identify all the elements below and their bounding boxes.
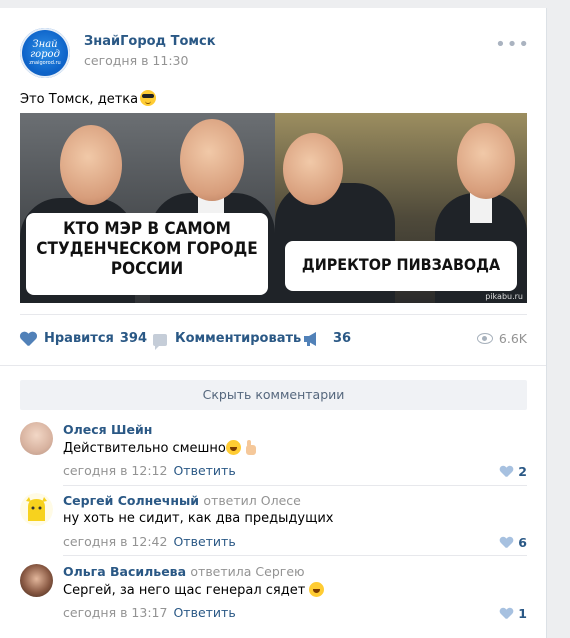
comment-like-count: 6 — [518, 535, 527, 550]
share-button[interactable]: 36 — [303, 331, 351, 346]
meme-right-panel: ДИРЕКТОР ПИВЗАВОДА — [275, 113, 527, 303]
comment-time[interactable]: сегодня в 13:17 — [63, 605, 167, 620]
reply-button[interactable]: Ответить — [173, 463, 235, 478]
post-time[interactable]: сегодня в 11:30 — [84, 53, 188, 68]
like-button[interactable]: Нравится 394 — [20, 331, 147, 346]
megaphone-icon — [303, 331, 319, 346]
post-header: Знай город znaigorod.ru ЗнайГород Томск … — [20, 28, 530, 78]
comment-divider — [63, 485, 527, 486]
post-author[interactable]: ЗнайГород Томск — [84, 34, 216, 49]
heart-icon — [500, 537, 512, 548]
laughing-emoji-icon — [225, 440, 241, 455]
person-face — [283, 133, 343, 205]
post-image[interactable]: КТО МЭР В САМОМ СТУДЕНЧЕСКОМ ГОРОДЕ РОСС… — [20, 113, 527, 303]
like-label: Нравится — [44, 331, 114, 346]
comment-meta: сегодня в 12:12 Ответить — [63, 463, 236, 478]
eye-icon — [476, 333, 493, 344]
person-face — [60, 125, 122, 205]
sunny-avatar-icon — [20, 493, 53, 526]
reply-button[interactable]: Ответить — [173, 534, 235, 549]
comment-item: Сергей Солнечный ответил Олесе ну хоть н… — [20, 492, 527, 552]
comment-text-content: Сергей, за него щас генерал сядет — [63, 583, 306, 598]
comment-divider — [63, 555, 527, 556]
comment-text-content: Действительно смешно — [63, 441, 226, 456]
views-count: 6.6K — [498, 331, 527, 346]
more-dots-icon[interactable]: ••• — [495, 34, 530, 55]
group-avatar[interactable]: Знай город znaigorod.ru — [20, 28, 70, 78]
comment-time[interactable]: сегодня в 12:12 — [63, 463, 167, 478]
heart-icon — [500, 608, 512, 619]
comment-label: Комментировать — [175, 331, 302, 346]
post-text: Это Томск, детка — [20, 90, 157, 107]
comment-text: Сергей, за него щас генерал сядет — [63, 582, 325, 598]
comment-author: Ольга Васильева ответила Сергею — [63, 564, 305, 579]
post-actions: Нравится 394 Комментировать 36 6.6K — [20, 331, 527, 351]
meme-left-caption: КТО МЭР В САМОМ СТУДЕНЧЕСКОМ ГОРОДЕ РОСС… — [26, 213, 268, 295]
avatar[interactable] — [20, 564, 53, 597]
section-divider — [0, 365, 546, 366]
comment-author-name[interactable]: Ольга Васильева — [63, 564, 186, 579]
comment-like-button[interactable]: 1 — [500, 606, 527, 621]
avatar-logo-text: Знай город — [30, 39, 60, 60]
comment-reply-to[interactable]: ответила Сергею — [190, 564, 304, 579]
heart-icon — [500, 466, 512, 477]
comment-text: ну хоть не сидит, как два предыдущих — [63, 511, 334, 526]
comment-icon — [153, 333, 167, 350]
comment-like-count: 1 — [518, 606, 527, 621]
divider — [20, 314, 527, 315]
laughing-emoji-icon — [309, 582, 325, 597]
comment-like-count: 2 — [518, 464, 527, 479]
hide-comments-button[interactable]: Скрыть комментарии — [20, 380, 527, 410]
comment-reply-to[interactable]: ответил Олесе — [203, 493, 300, 508]
post-card: Знай город znaigorod.ru ЗнайГород Томск … — [0, 8, 547, 638]
comment-author[interactable]: Олеся Шейн — [63, 422, 152, 437]
post-text-content: Это Томск, детка — [20, 92, 139, 107]
avatar[interactable] — [20, 422, 53, 455]
meme-left-panel: КТО МЭР В САМОМ СТУДЕНЧЕСКОМ ГОРОДЕ РОСС… — [20, 113, 275, 303]
comment-item: Олеся Шейн Действительно смешно сегодня … — [20, 421, 527, 481]
avatar[interactable] — [20, 493, 53, 526]
comment-author-name[interactable]: Сергей Солнечный — [63, 493, 199, 508]
comment-meta: сегодня в 12:42 Ответить — [63, 534, 236, 549]
sunglasses-emoji-icon — [140, 90, 157, 106]
comment-time[interactable]: сегодня в 12:42 — [63, 534, 167, 549]
like-count: 394 — [119, 331, 148, 346]
thumbs-up-emoji-icon — [242, 440, 256, 455]
share-count: 36 — [333, 331, 352, 346]
person-face — [180, 119, 244, 201]
reply-button[interactable]: Ответить — [173, 605, 235, 620]
comment-like-button[interactable]: 2 — [500, 464, 527, 479]
meme-right-caption: ДИРЕКТОР ПИВЗАВОДА — [285, 241, 517, 291]
meme-watermark: pikabu.ru — [485, 292, 523, 301]
comment-item: Ольга Васильева ответила Сергею Сергей, … — [20, 563, 527, 623]
comment-like-button[interactable]: 6 — [500, 535, 527, 550]
person-face — [457, 123, 515, 199]
comment-meta: сегодня в 13:17 Ответить — [63, 605, 236, 620]
comment-text: Действительно смешно — [63, 440, 256, 456]
comment-author-name[interactable]: Олеся Шейн — [63, 422, 152, 437]
comment-button[interactable]: Комментировать — [153, 331, 302, 350]
views-counter: 6.6K — [476, 331, 527, 346]
avatar-logo-sub: znaigorod.ru — [29, 60, 61, 66]
heart-icon — [20, 332, 36, 346]
comment-author: Сергей Солнечный ответил Олесе — [63, 493, 301, 508]
